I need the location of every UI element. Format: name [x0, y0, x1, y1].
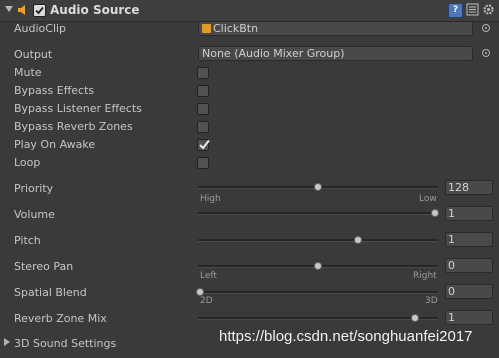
priority-label: Priority	[14, 182, 54, 195]
volume-slider-track[interactable]	[198, 209, 439, 217]
loop-label: Loop	[14, 156, 41, 169]
pitch-value-field[interactable]: 1	[445, 232, 493, 247]
volume-value-field[interactable]: 1	[445, 206, 493, 221]
bypass-effects-label: Bypass Effects	[14, 84, 95, 97]
checkmark-icon	[199, 139, 210, 150]
output-field[interactable]: None (Audio Mixer Group)	[198, 46, 473, 61]
spatial-blend-label: Spatial Blend	[14, 286, 87, 299]
pitch-label: Pitch	[14, 234, 41, 247]
component-enabled-checkbox[interactable]	[33, 4, 46, 17]
stereo-pan-slider-track[interactable]	[198, 262, 438, 270]
priority-slider-thumb[interactable]	[314, 183, 322, 191]
stereo-pan-slider-thumb[interactable]	[314, 262, 322, 270]
volume-slider-thumb[interactable]	[431, 209, 439, 217]
spatial-blend-slider-thumb[interactable]	[196, 288, 204, 296]
output-value: None (Audio Mixer Group)	[202, 47, 345, 60]
reverb-zone-mix-slider-thumb[interactable]	[411, 314, 419, 322]
bypass-reverb-zones-checkbox[interactable]	[197, 121, 209, 133]
spatial-blend-value-field[interactable]: 0	[445, 284, 493, 299]
priority-max-label: Low	[419, 194, 437, 204]
reverb-zone-mix-value-field[interactable]: 1	[445, 310, 493, 325]
3d-sound-settings-foldout[interactable]: 3D Sound Settings	[14, 337, 116, 350]
reverb-zone-mix-label: Reverb Zone Mix	[14, 312, 107, 325]
volume-label: Volume	[14, 208, 55, 221]
spatial-blend-min-label: 2D	[200, 296, 213, 306]
object-picker-icon[interactable]	[482, 24, 490, 32]
spatial-blend-slider-track[interactable]	[196, 288, 438, 296]
audio-clip-label: AudioClip	[14, 22, 67, 35]
speaker-icon	[18, 5, 25, 15]
help-icon[interactable]: ?	[448, 3, 463, 18]
checkmark-icon	[35, 6, 44, 15]
foldout-right-icon[interactable]	[4, 338, 10, 346]
object-picker-icon[interactable]	[482, 49, 490, 57]
component-header[interactable]: Audio Source ?	[0, 0, 499, 22]
audio-clip-value: ClickBtn	[213, 22, 259, 35]
audio-clip-icon	[202, 24, 211, 33]
mute-checkbox[interactable]	[197, 67, 209, 79]
priority-min-label: High	[200, 194, 221, 204]
reverb-zone-mix-slider-track[interactable]	[198, 314, 438, 322]
presets-icon[interactable]	[466, 3, 479, 16]
priority-value-field[interactable]: 128	[445, 180, 493, 195]
stereo-pan-min-label: Left	[200, 271, 217, 281]
stereo-pan-value-field[interactable]: 0	[445, 258, 493, 273]
bypass-reverb-zones-label: Bypass Reverb Zones	[14, 120, 133, 133]
loop-checkbox[interactable]	[197, 157, 209, 169]
foldout-down-icon[interactable]	[5, 6, 13, 12]
play-on-awake-checkbox[interactable]	[197, 139, 210, 151]
stereo-pan-label: Stereo Pan	[14, 260, 74, 273]
bypass-effects-checkbox[interactable]	[197, 85, 209, 97]
bypass-listener-effects-label: Bypass Listener Effects	[14, 102, 142, 115]
audio-clip-field[interactable]: ClickBtn	[198, 21, 473, 36]
output-label: Output	[14, 48, 53, 61]
stereo-pan-max-label: Right	[413, 271, 437, 281]
bypass-listener-effects-checkbox[interactable]	[197, 103, 209, 115]
audio-source-inspector: Audio Source ? AudioClip ClickBtn Output…	[0, 0, 499, 358]
pitch-slider-thumb[interactable]	[354, 236, 362, 244]
gear-icon[interactable]	[482, 3, 495, 16]
play-on-awake-label: Play On Awake	[14, 138, 96, 151]
watermark-text: https://blog.csdn.net/songhuanfei2017	[219, 328, 473, 345]
component-title: Audio Source	[50, 3, 140, 17]
spatial-blend-max-label: 3D	[425, 296, 438, 306]
mute-label: Mute	[14, 66, 42, 79]
pitch-slider-track[interactable]	[198, 236, 438, 244]
priority-slider-track[interactable]	[198, 183, 438, 191]
